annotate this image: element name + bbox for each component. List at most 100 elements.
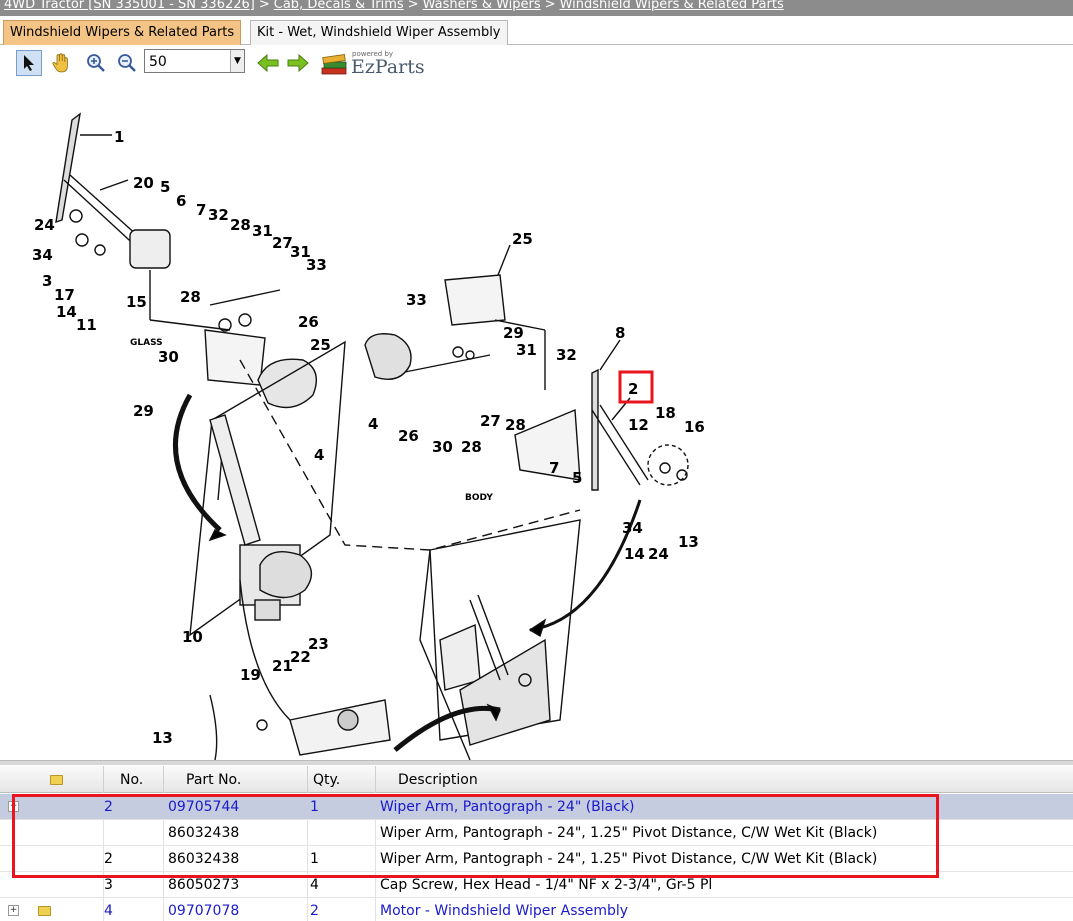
col-header-description[interactable]: Description	[398, 772, 478, 788]
svg-text:15: 15	[126, 293, 147, 311]
row-part-no[interactable]: 09705744	[168, 799, 239, 815]
row-part-no[interactable]: 86032438	[168, 851, 239, 867]
svg-text:8: 8	[615, 324, 625, 342]
arrow-right-icon[interactable]	[285, 50, 311, 76]
svg-text:5: 5	[160, 178, 170, 196]
pointer-icon[interactable]	[16, 50, 42, 76]
svg-text:4: 4	[368, 415, 378, 433]
zoom-in-icon[interactable]	[83, 50, 109, 76]
exploded-view-drawing: 120 2434 56 7 32 28 31 2731 33 317 1411 15…	[32, 112, 705, 760]
row-description[interactable]: Wiper Arm, Pantograph - 24", 1.25" Pivot…	[380, 851, 877, 867]
row-part-no[interactable]: 86050273	[168, 877, 239, 893]
svg-text:GLASS: GLASS	[130, 338, 163, 348]
svg-text:23: 23	[308, 635, 329, 653]
col-header-part-no[interactable]: Part No.	[186, 772, 241, 788]
table-row[interactable]: 3 86050273 4 Cap Screw, Hex Head - 1/4" …	[0, 872, 1073, 898]
svg-text:33: 33	[406, 291, 427, 309]
chevron-down-icon[interactable]: ▼	[230, 50, 244, 72]
table-header: No. Part No. Qty. Description	[0, 766, 1073, 793]
row-no: 4	[104, 903, 113, 919]
table-row[interactable]: + 4 09707078 2 Motor - Windshield Wiper …	[0, 898, 1073, 921]
svg-text:17: 17	[54, 286, 75, 304]
svg-text:5: 5	[572, 469, 582, 487]
svg-text:34: 34	[32, 246, 53, 264]
svg-text:25: 25	[310, 336, 331, 354]
svg-text:10: 10	[182, 628, 203, 646]
breadcrumb-separator: >	[258, 0, 270, 12]
zoom-level-select[interactable]: 50 ▼	[144, 49, 245, 73]
row-part-no[interactable]: 86032438	[168, 825, 239, 841]
svg-text:16: 16	[684, 418, 705, 436]
svg-text:1: 1	[114, 128, 124, 146]
hand-icon[interactable]	[48, 50, 74, 76]
svg-text:30: 30	[432, 438, 453, 456]
pane-splitter[interactable]	[0, 760, 1073, 765]
svg-text:7: 7	[196, 201, 206, 219]
svg-text:29: 29	[503, 324, 524, 342]
breadcrumb: 4WD Tractor [SN 335001 - SN 336226] > Cab,…	[0, 0, 1073, 16]
svg-text:24: 24	[648, 545, 669, 563]
zoom-out-icon[interactable]	[114, 50, 140, 76]
row-part-no[interactable]: 09707078	[168, 903, 239, 919]
svg-text:31: 31	[252, 222, 273, 240]
svg-text:7: 7	[549, 459, 559, 477]
table-row[interactable]: 2 86032438 1 Wiper Arm, Pantograph - 24"…	[0, 846, 1073, 872]
tab-wet-kit[interactable]: Kit - Wet, Windshield Wiper Assembly	[250, 20, 508, 45]
table-row[interactable]: 86032438 Wiper Arm, Pantograph - 24", 1.…	[0, 820, 1073, 846]
folder-icon	[50, 775, 63, 785]
books-icon	[321, 54, 347, 75]
svg-text:13: 13	[678, 533, 699, 551]
svg-text:21: 21	[272, 657, 293, 675]
row-qty: 1	[310, 851, 319, 867]
table-row[interactable]: − 2 09705744 1 Wiper Arm, Pantograph - 2…	[0, 794, 1073, 820]
tab-windshield-wipers[interactable]: Windshield Wipers & Related Parts	[3, 20, 242, 45]
svg-text:32: 32	[208, 206, 229, 224]
col-header-qty[interactable]: Qty.	[313, 772, 340, 788]
svg-text:30: 30	[158, 348, 179, 366]
svg-text:27: 27	[480, 412, 501, 430]
svg-text:3: 3	[42, 272, 52, 290]
folder-icon	[38, 906, 51, 916]
expand-icon[interactable]: −	[8, 801, 19, 812]
row-no: 2	[104, 851, 113, 867]
row-qty: 1	[310, 799, 319, 815]
col-header-no[interactable]: No.	[120, 772, 143, 788]
svg-text:29: 29	[133, 402, 154, 420]
svg-text:28: 28	[505, 416, 526, 434]
row-description[interactable]: Motor - Windshield Wiper Assembly	[380, 903, 628, 919]
logo-brand: EzParts	[351, 56, 425, 78]
svg-text:12: 12	[628, 416, 649, 434]
zoom-level-value: 50	[149, 54, 167, 70]
svg-text:19: 19	[240, 666, 261, 684]
svg-text:24: 24	[34, 216, 55, 234]
row-description[interactable]: Wiper Arm, Pantograph - 24", 1.25" Pivot…	[380, 825, 877, 841]
row-description[interactable]: Wiper Arm, Pantograph - 24" (Black)	[380, 799, 635, 815]
svg-text:26: 26	[398, 427, 419, 445]
svg-text:20: 20	[133, 174, 154, 192]
svg-text:34: 34	[622, 519, 643, 537]
row-no: 2	[104, 799, 113, 815]
svg-text:2: 2	[628, 380, 638, 398]
svg-text:25: 25	[512, 230, 533, 248]
svg-text:28: 28	[230, 216, 251, 234]
breadcrumb-item-washers[interactable]: Washers & Wipers	[423, 0, 541, 12]
parts-diagram[interactable]: 1 20 24 34 56 7 32 28 31 27 31 33 3 17 14 11 15…	[0, 80, 1073, 760]
row-description[interactable]: Cap Screw, Hex Head - 1/4" NF x 2-3/4", …	[380, 877, 712, 893]
svg-text:32: 32	[556, 346, 577, 364]
svg-text:28: 28	[461, 438, 482, 456]
tab-bar: Windshield Wipers & Related Parts Kit - …	[0, 18, 1073, 45]
expand-icon[interactable]: +	[8, 905, 19, 916]
breadcrumb-separator: >	[544, 0, 556, 12]
svg-text:22: 22	[290, 648, 311, 666]
svg-text:28: 28	[180, 288, 201, 306]
arrow-left-icon[interactable]	[255, 50, 281, 76]
parts-table: No. Part No. Qty. Description − 2 097057…	[0, 766, 1073, 921]
svg-text:14: 14	[56, 303, 77, 321]
svg-text:31: 31	[516, 341, 537, 359]
svg-text:13: 13	[152, 729, 173, 747]
breadcrumb-item-cab[interactable]: Cab, Decals & Trims	[274, 0, 404, 12]
breadcrumb-item-tractor[interactable]: 4WD Tractor [SN 335001 - SN 336226]	[4, 0, 255, 12]
svg-text:14: 14	[624, 545, 645, 563]
breadcrumb-item-wipers[interactable]: Windshield Wipers & Related Parts	[560, 0, 784, 12]
svg-text:33: 33	[306, 256, 327, 274]
